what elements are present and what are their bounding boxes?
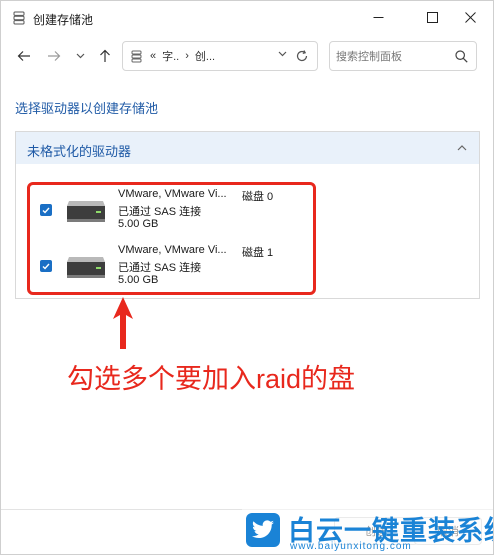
recent-locations-button[interactable]	[69, 45, 91, 67]
window-title: 创建存储池	[33, 13, 94, 27]
arrow-right-icon	[48, 51, 61, 61]
control-panel-icon	[131, 50, 142, 62]
navigation-bar: « 字.. › 创...	[1, 39, 493, 73]
annotation-text: 勾选多个要加入raid的盘	[67, 364, 356, 394]
address-dropdown-icon[interactable]	[278, 51, 287, 57]
arrow-up-icon	[100, 49, 110, 62]
chevron-up-icon[interactable]	[455, 141, 469, 155]
breadcrumb-item-create[interactable]: 创...	[195, 48, 215, 64]
maximize-icon	[426, 11, 438, 23]
create-storage-pool-window: 创建存储池 « 字.. › 创... 搜索控制面板 选择驱动器以创建存储池 未格…	[0, 0, 494, 555]
breadcrumb: « 字.. › 创...	[150, 48, 215, 64]
breadcrumb-separator: ›	[185, 50, 189, 62]
group-title: 未格式化的驱动器	[27, 144, 132, 159]
search-icon[interactable]	[455, 50, 468, 63]
watermark: 白云一键重装系统 www.baiyunxitong.com	[242, 507, 493, 554]
chevron-down-icon	[76, 53, 84, 59]
search-box[interactable]	[329, 41, 477, 71]
bird-logo-icon	[246, 513, 280, 547]
address-bar[interactable]: « 字.. › 创...	[122, 41, 318, 71]
minimize-icon	[373, 16, 383, 18]
back-button[interactable]	[13, 45, 35, 67]
arrow-up-annotation-icon	[113, 297, 133, 349]
close-icon	[464, 11, 476, 23]
group-header[interactable]: 未格式化的驱动器	[16, 132, 479, 164]
breadcrumb-item-storage-spaces[interactable]: 字..	[162, 48, 179, 64]
watermark-url: www.baiyunxitong.com	[290, 541, 412, 552]
search-input[interactable]	[336, 48, 446, 66]
breadcrumb-overflow[interactable]: «	[150, 50, 156, 62]
forward-button[interactable]	[43, 45, 65, 67]
title-bar: 创建存储池	[1, 1, 493, 35]
close-button[interactable]	[447, 1, 493, 33]
up-button[interactable]	[94, 45, 116, 67]
minimize-button[interactable]	[355, 1, 401, 33]
highlight-box	[27, 182, 316, 295]
arrow-left-icon	[17, 51, 30, 61]
refresh-icon[interactable]	[295, 49, 309, 63]
storage-pool-icon	[13, 11, 25, 25]
page-heading: 选择驱动器以创建存储池	[15, 101, 159, 116]
